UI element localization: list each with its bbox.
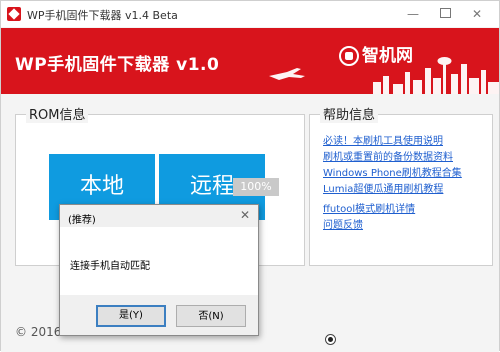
help-link-wp-tutorials[interactable]: Windows Phone刷机教程合集	[323, 166, 462, 182]
recommend-dialog: (推荐) ✕ 连接手机自动匹配 是(Y) 否(N)	[59, 204, 259, 336]
help-group-title: 帮助信息	[320, 104, 379, 123]
dialog-body: 连接手机自动匹配	[60, 227, 258, 295]
help-link-guide[interactable]: 必读！本刷机工具使用说明	[323, 134, 462, 150]
help-link-feedback[interactable]: 问题反馈	[323, 218, 462, 234]
title-bar: WP手机固件下载器 v1.4 Beta — ✕	[1, 1, 499, 27]
app-window: WP手机固件下载器 v1.4 Beta — ✕ WP手机固件下载器 v1.0 智…	[0, 0, 500, 352]
window-title: WP手机固件下载器 v1.4 Beta	[27, 9, 178, 22]
rom-group-title: ROM信息	[26, 104, 89, 123]
city-skyline-graphic	[269, 57, 499, 94]
dialog-message: 连接手机自动匹配	[70, 261, 150, 272]
copyright-text: © 2016	[15, 325, 62, 339]
dialog-close-button[interactable]: ✕	[236, 207, 254, 223]
minimize-button[interactable]: —	[403, 5, 423, 23]
progress-percent-badge: 100%	[233, 178, 279, 196]
help-link-backup[interactable]: 刷机或重置前的备份数据资料	[323, 150, 462, 166]
help-links-list: 必读！本刷机工具使用说明 刷机或重置前的备份数据资料 Windows Phone…	[323, 134, 462, 234]
yes-button[interactable]: 是(Y)	[96, 305, 166, 327]
status-radio[interactable]	[325, 334, 336, 345]
app-logo-icon	[7, 7, 21, 21]
help-link-lumia-tutorial[interactable]: Lumia超便瓜通用刷机教程	[323, 182, 462, 198]
close-button[interactable]: ✕	[467, 5, 487, 23]
header-banner: WP手机固件下载器 v1.0 智机网	[1, 28, 499, 94]
no-button[interactable]: 否(N)	[176, 305, 246, 327]
dialog-title: (推荐)	[68, 215, 96, 226]
maximize-icon	[439, 8, 451, 18]
help-link-ffutool[interactable]: ffutool模式刷机详情	[323, 202, 462, 218]
maximize-button[interactable]	[435, 5, 455, 23]
